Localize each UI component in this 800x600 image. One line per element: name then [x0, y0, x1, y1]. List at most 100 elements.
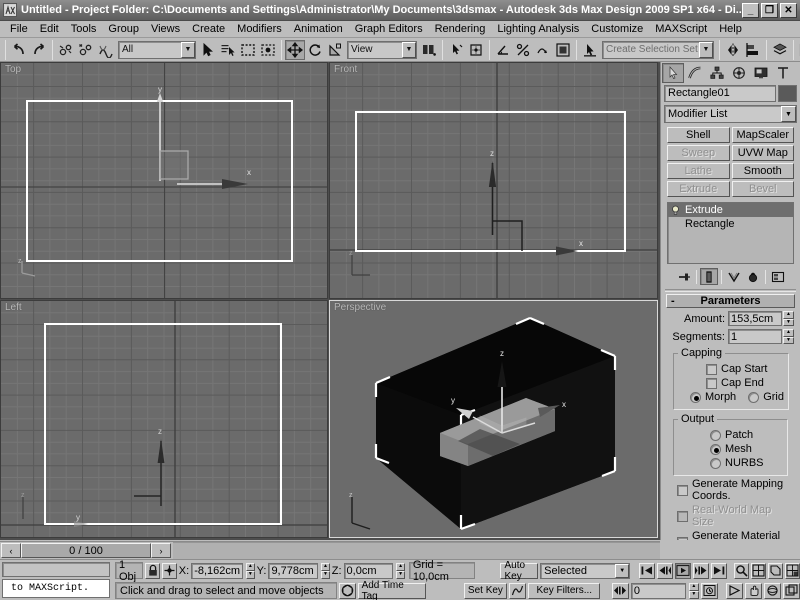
spinner-up-icon[interactable]: ▲ — [783, 311, 794, 319]
spinner-down-icon[interactable]: ▼ — [321, 570, 330, 579]
output-patch-row[interactable]: Patch — [678, 429, 783, 441]
tab-motion[interactable] — [728, 63, 750, 83]
arc-rotate-icon[interactable] — [763, 582, 781, 599]
redo-icon[interactable] — [29, 39, 49, 60]
minimize-button[interactable]: _ — [742, 2, 759, 18]
previous-frame-arrow[interactable]: ‹ — [1, 543, 21, 558]
menu-rendering[interactable]: Rendering — [429, 22, 492, 36]
maximize-viewport-toggle-icon[interactable] — [783, 582, 800, 599]
chevron-down-icon[interactable]: ▼ — [402, 41, 416, 58]
remove-modifier-icon[interactable] — [743, 268, 762, 285]
current-frame-spinner[interactable]: ▲ ▼ — [688, 582, 700, 599]
spinner-up-icon[interactable]: ▲ — [688, 582, 700, 591]
modifier-button-smooth[interactable]: Smooth — [731, 163, 794, 179]
viewport-perspective[interactable]: z y x z Perspective — [329, 300, 658, 538]
select-and-scale-icon[interactable] — [325, 39, 345, 60]
zoom-extents-icon[interactable] — [768, 562, 784, 579]
object-color-swatch[interactable] — [778, 85, 797, 102]
next-frame-icon[interactable] — [692, 562, 709, 579]
key-mode-toggle-icon[interactable] — [611, 582, 629, 599]
chevron-down-icon[interactable]: ▼ — [699, 41, 713, 58]
zoom-all-icon[interactable] — [751, 562, 767, 579]
morph-radio[interactable] — [690, 391, 701, 403]
modifier-stack-item-extrude[interactable]: Extrude — [668, 203, 793, 217]
y-spinner[interactable]: ▲ ▼ — [321, 562, 330, 579]
z-coordinate-field[interactable]: 0,0cm — [343, 562, 394, 579]
mirror-icon[interactable] — [723, 39, 743, 60]
modifier-button-shell[interactable]: Shell — [667, 127, 730, 143]
generate-mapping-coords-row[interactable]: Generate Mapping Coords. — [667, 478, 794, 502]
undo-icon[interactable] — [9, 39, 29, 60]
amount-field[interactable]: 153,5cm — [728, 311, 782, 326]
viewport-left[interactable]: z y z Left — [0, 300, 328, 538]
spinner-down-icon[interactable]: ▼ — [783, 318, 794, 326]
output-mesh-row[interactable]: Mesh — [678, 443, 783, 455]
time-slider[interactable]: ‹ 0 / 100 › — [0, 541, 660, 560]
time-slider-track[interactable]: ‹ 0 / 100 › — [1, 543, 171, 558]
x-spinner[interactable]: ▲ ▼ — [246, 562, 255, 579]
pin-stack-icon[interactable] — [674, 268, 693, 285]
generate-material-ids-checkbox[interactable] — [677, 536, 688, 540]
use-pivot-point-center-icon[interactable] — [419, 39, 439, 60]
menu-tools[interactable]: Tools — [65, 22, 103, 36]
modifier-stack-list[interactable]: Extrude Rectangle — [667, 202, 794, 264]
viewport-front[interactable]: z x z Front — [329, 62, 658, 299]
time-configuration-icon[interactable] — [701, 582, 719, 599]
amount-spinner-buttons[interactable]: ▲ ▼ — [783, 311, 794, 326]
bind-to-space-warp-icon[interactable] — [96, 39, 116, 60]
menu-create[interactable]: Create — [186, 22, 231, 36]
snaps-toggle-icon[interactable] — [466, 39, 486, 60]
menu-lighting-analysis[interactable]: Lighting Analysis — [491, 22, 585, 36]
go-to-start-icon[interactable] — [638, 562, 655, 579]
add-time-tag-button[interactable]: Add Time Tag — [357, 580, 426, 600]
current-frame-field[interactable]: 0 — [630, 582, 686, 599]
configure-modifier-sets-icon[interactable] — [768, 268, 787, 285]
window-crossing-toggle-icon[interactable] — [258, 39, 278, 60]
absolute-relative-mode-icon[interactable] — [161, 562, 177, 579]
pan-view-icon[interactable] — [744, 582, 762, 599]
spinner-down-icon[interactable]: ▼ — [783, 336, 794, 344]
selection-filter-combo[interactable]: All ▼ — [118, 40, 196, 59]
rectangular-selection-region-icon[interactable] — [238, 39, 258, 60]
grid-radio[interactable] — [748, 391, 760, 403]
spinner-down-icon[interactable]: ▼ — [688, 590, 700, 599]
modifier-stack-item-rectangle[interactable]: Rectangle — [668, 217, 793, 231]
zoom-icon[interactable] — [734, 562, 750, 579]
align-icon[interactable] — [743, 39, 763, 60]
modifier-list-dropdown[interactable]: Modifier List ▼ — [664, 105, 797, 123]
patch-radio[interactable] — [710, 429, 721, 441]
generate-material-ids-row[interactable]: Generate Material IDs — [667, 530, 794, 540]
lock-selection-icon[interactable] — [145, 562, 160, 579]
menu-animation[interactable]: Animation — [288, 22, 349, 36]
z-spinner[interactable]: ▲ ▼ — [396, 562, 405, 579]
menu-customize[interactable]: Customize — [585, 22, 649, 36]
key-filters-button[interactable]: Key Filters... — [528, 582, 601, 599]
viewport-top[interactable]: y x z Top — [0, 62, 328, 299]
tab-create[interactable] — [662, 63, 684, 83]
set-key-button[interactable]: Set Key — [463, 582, 508, 599]
menu-maxscript[interactable]: MAXScript — [649, 22, 713, 36]
select-by-name-icon[interactable] — [218, 39, 238, 60]
maxscript-input-field[interactable] — [2, 562, 110, 577]
edit-named-selection-sets-icon[interactable] — [553, 39, 573, 60]
segments-spinner-buttons[interactable]: ▲ ▼ — [783, 329, 794, 344]
close-button[interactable]: ✕ — [780, 2, 797, 18]
x-coordinate-field[interactable]: -8,162cm — [191, 562, 244, 579]
output-nurbs-row[interactable]: NURBS — [678, 457, 783, 469]
reference-coordinate-system-combo[interactable]: View ▼ — [347, 40, 417, 59]
spinner-down-icon[interactable]: ▼ — [396, 570, 405, 579]
y-coordinate-field[interactable]: 9,778cm — [268, 562, 319, 579]
percent-snap-toggle-icon[interactable] — [513, 39, 533, 60]
modifier-button-uvw-map[interactable]: UVW Map — [731, 145, 794, 161]
object-name-field[interactable]: Rectangle01 — [664, 85, 776, 102]
next-frame-arrow[interactable]: › — [151, 543, 171, 558]
menu-graph-editors[interactable]: Graph Editors — [349, 22, 429, 36]
modifier-button-mapscaler[interactable]: MapScaler — [731, 127, 794, 143]
select-and-move-icon[interactable] — [285, 39, 305, 60]
menu-modifiers[interactable]: Modifiers — [231, 22, 288, 36]
nurbs-radio[interactable] — [710, 457, 721, 469]
menu-group[interactable]: Group — [102, 22, 145, 36]
cap-start-checkbox[interactable] — [706, 363, 717, 375]
cap-start-row[interactable]: Cap Start — [678, 363, 784, 375]
auto-key-button[interactable]: Auto Key — [500, 560, 539, 582]
